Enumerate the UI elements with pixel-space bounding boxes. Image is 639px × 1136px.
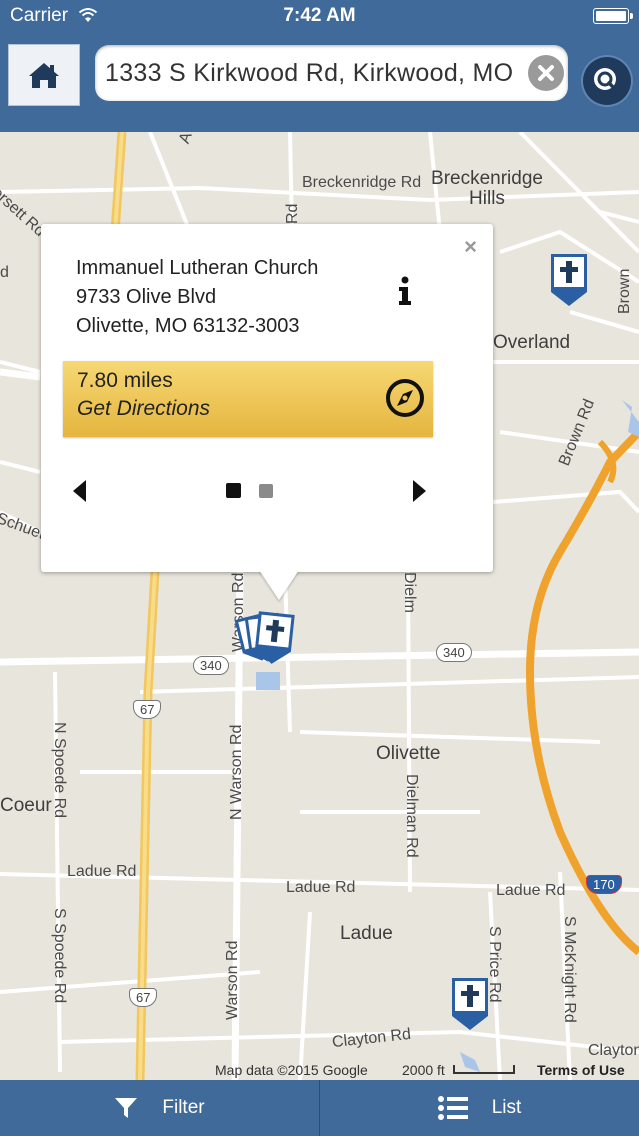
- list-icon: [437, 1096, 468, 1120]
- search-header: [0, 32, 639, 132]
- label-warson-rd-bottom: Warson Rd: [224, 940, 241, 1020]
- clear-button[interactable]: [528, 55, 564, 91]
- church-street: 9733 Olive Blvd: [76, 286, 217, 308]
- label-dielm: Dielm: [401, 572, 418, 613]
- label-n-spoede-rd: N Spoede Rd: [51, 722, 68, 819]
- clear-icon: [538, 65, 554, 81]
- bottom-tab-bar: Filter List: [0, 1080, 639, 1136]
- status-time: 7:42 AM: [283, 5, 356, 26]
- home-icon: [29, 63, 59, 88]
- church-pin-ladue[interactable]: [450, 976, 490, 1032]
- popup-close-button[interactable]: ×: [464, 234, 477, 260]
- next-arrow-icon[interactable]: [412, 480, 426, 502]
- search-icon: [594, 68, 616, 90]
- get-directions-label: Get Directions: [77, 397, 211, 420]
- label-breckenridge-hills: Breckenridge Hills: [431, 168, 543, 209]
- search-button[interactable]: [583, 57, 631, 105]
- map-scale-label: 2000 ft: [402, 1062, 445, 1078]
- map-attribution: Map data ©2015 Google: [215, 1062, 368, 1078]
- scale-bar-icon: [452, 1065, 515, 1074]
- battery-icon: [593, 8, 633, 24]
- page-dot-active: [226, 483, 241, 498]
- filter-tab-label: Filter: [162, 1097, 205, 1118]
- label-olivette: Olivette: [376, 743, 441, 764]
- popup-pointer: [259, 570, 299, 600]
- label-coeur: Coeur: [0, 795, 52, 816]
- church-pin-cluster[interactable]: [234, 610, 300, 670]
- filter-tab[interactable]: Filter: [0, 1080, 319, 1136]
- distance-label: 7.80 miles: [77, 369, 173, 392]
- label-overland: Overland: [493, 332, 571, 353]
- label-breckenridge-rd: Breckenridge Rd: [302, 174, 422, 191]
- label-clayton-right: Clayton: [588, 1042, 639, 1059]
- church-pin-overland[interactable]: [549, 252, 589, 308]
- route-340-shield-right: 340: [436, 643, 472, 662]
- get-directions-button[interactable]: 7.80 miles Get Directions: [63, 361, 433, 437]
- label-s-spoede-rd: S Spoede Rd: [51, 908, 68, 1004]
- label-d-frag: d: [0, 264, 9, 281]
- label-brown-frag: Brown: [616, 268, 633, 314]
- status-bar: Carrier 7:42 AM: [0, 0, 639, 32]
- list-tab-label: List: [491, 1097, 522, 1118]
- page-dot-inactive: [259, 484, 273, 498]
- search-box: [95, 45, 568, 101]
- church-info-popup: × Immanuel Lutheran Church 9733 Olive Bl…: [41, 224, 493, 600]
- label-s-mcknight-rd: S McKnight Rd: [561, 916, 578, 1023]
- interstate-170-shield: 170: [586, 875, 622, 894]
- label-rd-frag: Rd: [284, 203, 301, 224]
- list-tab[interactable]: List: [320, 1080, 639, 1136]
- map-view[interactable]: Breckenridge Rd Breckenridge Hills Overl…: [0, 132, 639, 1080]
- label-dielman-rd: Dielman Rd: [403, 774, 420, 858]
- info-icon[interactable]: [398, 276, 412, 306]
- terms-of-use-link[interactable]: Terms of Use: [537, 1062, 625, 1078]
- label-ladue-rd-right: Ladue Rd: [496, 882, 566, 899]
- church-name: Immanuel Lutheran Church: [76, 257, 319, 279]
- previous-arrow-icon[interactable]: [73, 480, 87, 502]
- filter-icon: [115, 1098, 138, 1118]
- church-city: Olivette, MO 63132-3003: [76, 315, 300, 337]
- compass-icon: [386, 379, 424, 417]
- label-ladue-rd-mid: Ladue Rd: [286, 879, 356, 896]
- map-scale: 2000 ft: [402, 1062, 515, 1078]
- label-n-warson-rd: N Warson Rd: [228, 724, 245, 820]
- route-340-shield-left: 340: [193, 656, 229, 675]
- home-button[interactable]: [8, 44, 80, 106]
- search-input[interactable]: [105, 45, 515, 101]
- label-ladue-rd-left: Ladue Rd: [67, 863, 137, 880]
- label-ladue: Ladue: [340, 923, 393, 944]
